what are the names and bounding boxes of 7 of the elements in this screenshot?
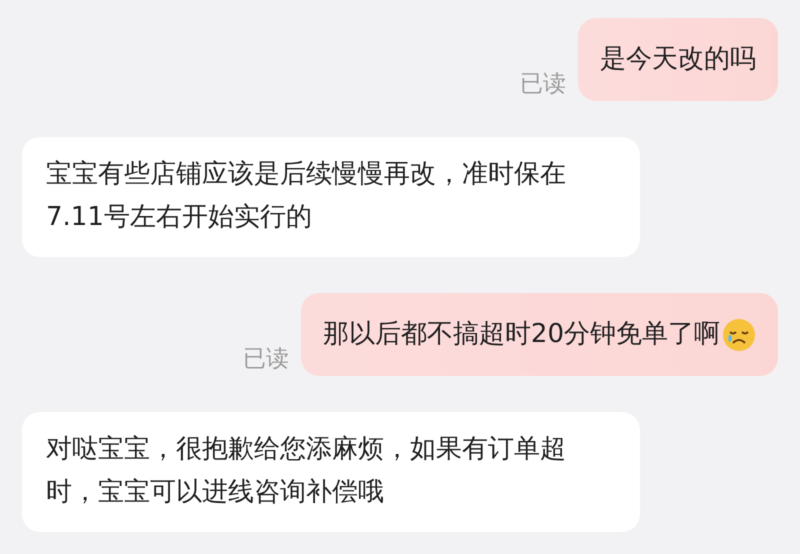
sent-message-bubble: 是今天改的吗 <box>578 18 778 101</box>
sad-face-icon <box>722 318 756 352</box>
read-receipt: 已读 <box>520 70 566 99</box>
received-message-bubble: 对哒宝宝，很抱歉给您添麻烦，如果有订单超时，宝宝可以进线咨询补偿哦 <box>22 412 640 532</box>
received-message-bubble: 宝宝有些店铺应该是后续慢慢再改，准时保在7.11号左右开始实行的 <box>22 137 640 257</box>
sent-message-bubble: 那以后都不搞超时20分钟免单了啊 <box>300 293 778 376</box>
read-receipt: 已读 <box>242 345 289 374</box>
